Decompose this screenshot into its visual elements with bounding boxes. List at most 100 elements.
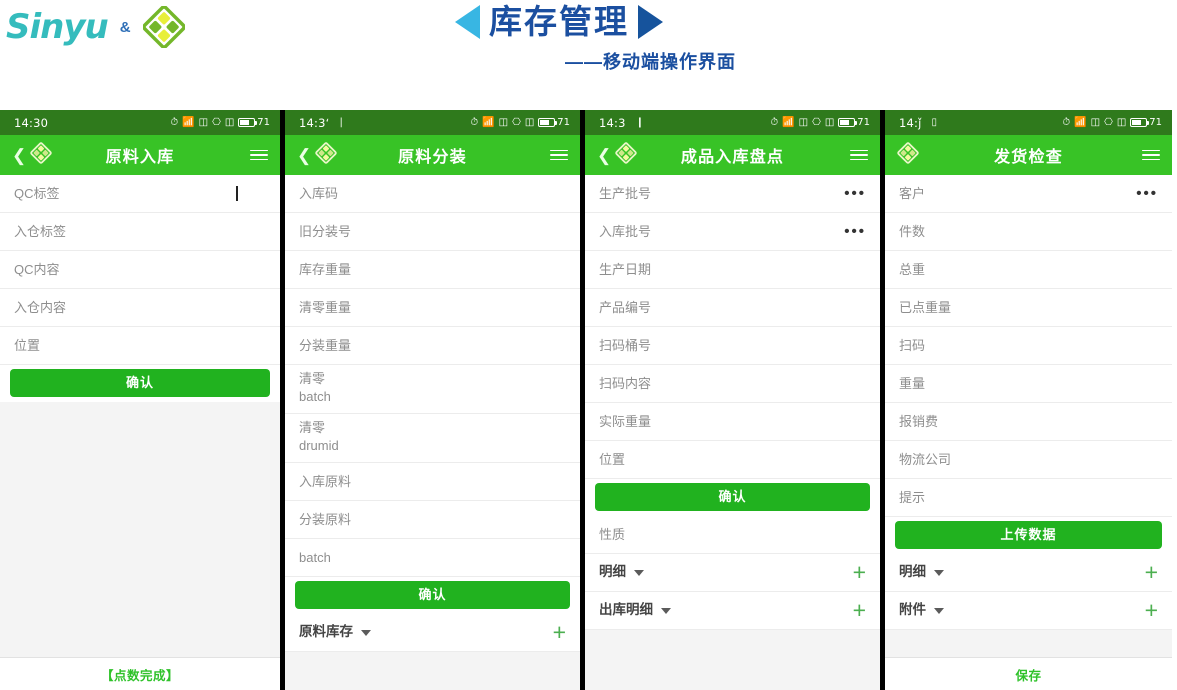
form-row[interactable]: 入库批号 ••• xyxy=(585,213,880,251)
form-row[interactable]: 分装原料 xyxy=(285,501,580,539)
battery-percent: 71 xyxy=(257,117,270,128)
diamond-logo-icon[interactable] xyxy=(897,141,919,169)
form-row[interactable]: 物流公司 xyxy=(885,441,1172,479)
form-row[interactable]: 扫码内容 xyxy=(585,365,880,403)
form-row-label: 位置 xyxy=(599,451,626,467)
alarm-icon: ⏱ xyxy=(1062,117,1071,128)
form-row[interactable]: 清零 drumid xyxy=(285,414,580,463)
form-row[interactable]: 生产日期 xyxy=(585,251,880,289)
section-row[interactable]: 性质 xyxy=(585,516,880,554)
triangle-left-icon xyxy=(455,5,480,40)
status-bar: 14:3 ❙ ⏱ 📶 ◫ ⎔ ◫ 71 xyxy=(585,110,880,135)
footer-bar[interactable]: 保存 xyxy=(885,657,1172,690)
signal-icon-2: ◫ xyxy=(224,117,235,128)
form-row[interactable]: 实际重量 xyxy=(585,403,880,441)
add-icon[interactable]: + xyxy=(853,561,866,584)
form-row-action xyxy=(236,186,266,201)
status-time: 14:ǰ xyxy=(899,115,922,130)
form-row[interactable]: 清零 batch xyxy=(285,365,580,414)
form-row[interactable]: 报销费 xyxy=(885,403,1172,441)
form-row-label: 生产批号 xyxy=(599,185,652,201)
form-row[interactable]: 入库原料 xyxy=(285,463,580,501)
primary-action-button[interactable]: 上传数据 xyxy=(895,521,1162,549)
form-row[interactable]: 重量 xyxy=(885,365,1172,403)
battery-indicator: 71 xyxy=(1130,117,1162,128)
form-row[interactable]: 分装重量 xyxy=(285,327,580,365)
chevron-down-icon[interactable] xyxy=(634,569,644,576)
form-row[interactable]: 入仓内容 xyxy=(0,289,280,327)
form-row[interactable]: 客户 ••• xyxy=(885,175,1172,213)
form-row-label: batch xyxy=(299,549,331,565)
chevron-down-icon[interactable] xyxy=(934,569,944,576)
form-row-label: 扫码桶号 xyxy=(599,337,652,353)
more-options-icon[interactable]: ••• xyxy=(1136,186,1158,201)
form-row[interactable]: 入库码 xyxy=(285,175,580,213)
form-row-label: 件数 xyxy=(899,223,926,239)
battery-percent: 71 xyxy=(857,117,870,128)
form-row[interactable]: QC标签 xyxy=(0,175,280,213)
form-row[interactable]: 已点重量 xyxy=(885,289,1172,327)
more-options-icon[interactable]: ••• xyxy=(844,186,866,201)
hamburger-menu-icon[interactable] xyxy=(850,149,868,161)
form-row[interactable]: 生产批号 ••• xyxy=(585,175,880,213)
section-row-action: + xyxy=(553,621,566,644)
primary-button-wrap: 确认 xyxy=(585,479,880,516)
section-row[interactable]: 明细 + xyxy=(585,554,880,592)
diamond-logo-icon[interactable] xyxy=(315,141,337,169)
form-row-label: 总重 xyxy=(899,261,926,277)
form-row[interactable]: QC内容 xyxy=(0,251,280,289)
chevron-down-icon[interactable] xyxy=(934,607,944,614)
form-row[interactable]: 提示 xyxy=(885,479,1172,517)
form-row-label: 入库码 xyxy=(299,185,339,201)
more-options-icon[interactable]: ••• xyxy=(844,224,866,239)
footer-bar[interactable]: 【点数完成】 xyxy=(0,657,280,690)
hamburger-menu-icon[interactable] xyxy=(1142,149,1160,161)
chevron-down-icon[interactable] xyxy=(361,629,371,636)
section-row[interactable]: 附件 + xyxy=(885,592,1172,630)
diamond-logo-icon[interactable] xyxy=(615,141,637,169)
form-row[interactable]: 总重 xyxy=(885,251,1172,289)
footer-action-label: 【点数完成】 xyxy=(100,668,179,683)
form-row[interactable]: batch xyxy=(285,539,580,577)
form-row[interactable]: 入仓标签 xyxy=(0,213,280,251)
chevron-down-icon[interactable] xyxy=(661,607,671,614)
form-row[interactable]: 旧分装号 xyxy=(285,213,580,251)
form-row[interactable]: 位置 xyxy=(0,327,280,365)
dual-sim-icon: ⎔ xyxy=(212,117,221,128)
screen-body: 生产批号 ••• 入库批号 ••• 生产日期 产品编号 扫码桶号 扫码内容 实际… xyxy=(585,175,880,690)
primary-action-button[interactable]: 确认 xyxy=(10,369,270,397)
section-row[interactable]: 原料库存 + xyxy=(285,614,580,652)
section-row[interactable]: 出库明细 + xyxy=(585,592,880,630)
section-row[interactable]: 明细 + xyxy=(885,554,1172,592)
form-row[interactable]: 产品编号 xyxy=(585,289,880,327)
primary-action-button[interactable]: 确认 xyxy=(295,581,570,609)
form-row[interactable]: 库存重量 xyxy=(285,251,580,289)
hamburger-menu-icon[interactable] xyxy=(550,149,568,161)
status-time: 14:3 xyxy=(599,115,626,130)
add-icon[interactable]: + xyxy=(1145,561,1158,584)
form-row-action: ••• xyxy=(844,224,866,239)
form-row-label: 库存重量 xyxy=(299,261,352,277)
diamond-logo-icon[interactable] xyxy=(30,141,52,169)
form-row[interactable]: 位置 xyxy=(585,441,880,479)
add-icon[interactable]: + xyxy=(1145,599,1158,622)
alarm-icon: ⏱ xyxy=(770,117,779,128)
hamburger-menu-icon[interactable] xyxy=(250,149,268,161)
primary-action-button[interactable]: 确认 xyxy=(595,483,870,511)
chevron-left-icon[interactable]: ❮ xyxy=(297,147,311,164)
ampersand-label: & xyxy=(119,18,131,36)
status-notification-icon: | xyxy=(339,117,343,128)
chevron-left-icon[interactable]: ❮ xyxy=(12,147,26,164)
add-icon[interactable]: + xyxy=(853,599,866,622)
page-subtitle: ——移动端操作界面 xyxy=(565,52,736,73)
form-row[interactable]: 清零重量 xyxy=(285,289,580,327)
add-icon[interactable]: + xyxy=(553,621,566,644)
signal-icon-1: ◫ xyxy=(498,117,509,128)
form-row[interactable]: 扫码 xyxy=(885,327,1172,365)
form-row[interactable]: 扫码桶号 xyxy=(585,327,880,365)
section-row-action: + xyxy=(853,561,866,584)
form-row-label: 生产日期 xyxy=(599,261,652,277)
status-bar: 14:30 ⏱ 📶 ◫ ⎔ ◫ 71 xyxy=(0,110,280,135)
form-row[interactable]: 件数 xyxy=(885,213,1172,251)
chevron-left-icon[interactable]: ❮ xyxy=(597,147,611,164)
